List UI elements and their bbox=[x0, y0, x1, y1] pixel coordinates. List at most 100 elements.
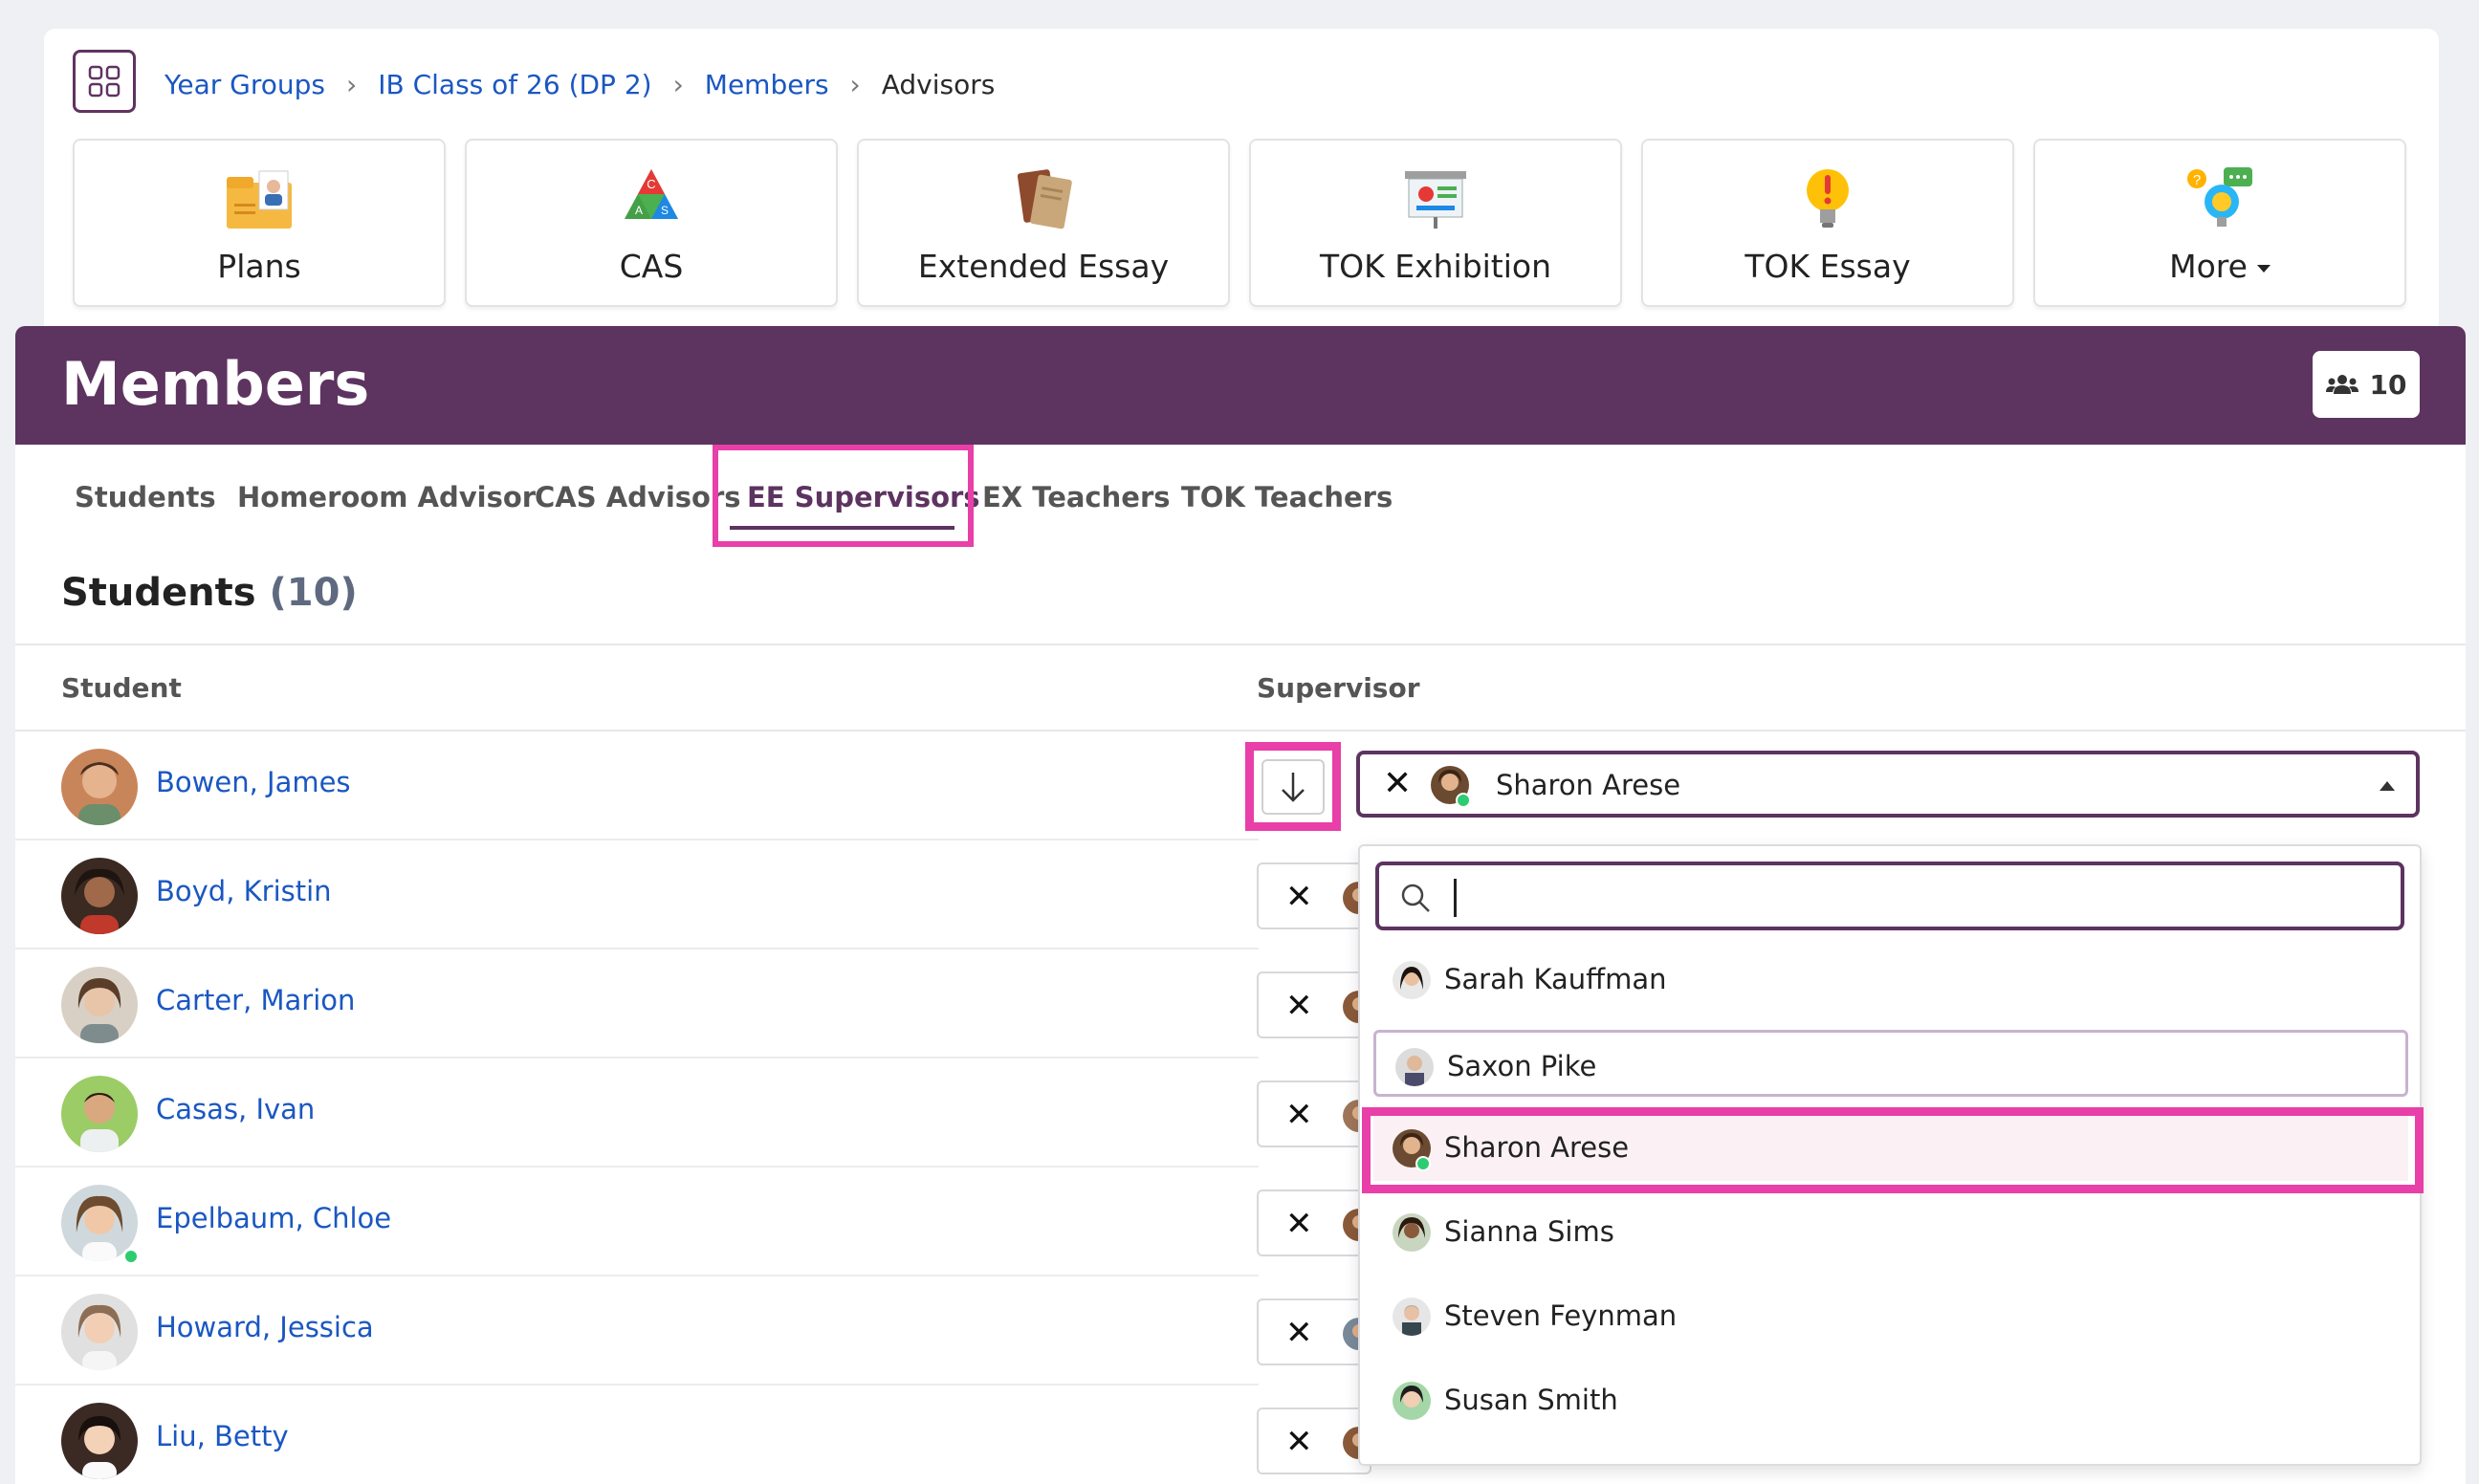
question-bubble-icon: ? bbox=[2187, 167, 2252, 227]
supervisor-select[interactable]: ✕ bbox=[1257, 1298, 1371, 1365]
clear-icon[interactable]: ✕ bbox=[1383, 764, 1412, 803]
supervisor-select[interactable]: ✕ bbox=[1257, 862, 1371, 929]
tile-label: TOK Essay bbox=[1744, 248, 1911, 285]
member-count: 10 bbox=[2369, 368, 2407, 401]
dropdown-search-input[interactable] bbox=[1375, 862, 2404, 930]
panel-header: Members 10 bbox=[15, 326, 2466, 445]
option-avatar bbox=[1393, 1382, 1431, 1420]
svg-text:C: C bbox=[647, 177, 655, 191]
dropdown-option[interactable]: Sianna Sims bbox=[1373, 1198, 2408, 1265]
option-avatar bbox=[1393, 1298, 1431, 1336]
tile-tok-exhibition[interactable]: TOK Exhibition bbox=[1249, 139, 1622, 307]
breadcrumb-current: Advisors bbox=[881, 68, 996, 100]
tile-label: TOK Exhibition bbox=[1319, 248, 1552, 285]
supervisor-select[interactable]: ✕ bbox=[1257, 971, 1371, 1038]
copy-down-highlight bbox=[1245, 742, 1341, 831]
tab-homeroom-advisor[interactable]: Homeroom Advisor bbox=[237, 445, 536, 550]
option-avatar bbox=[1395, 1048, 1434, 1086]
student-name-link[interactable]: Boyd, Kristin bbox=[156, 875, 332, 907]
supervisor-select[interactable]: ✕ bbox=[1257, 1189, 1371, 1256]
student-name-link[interactable]: Bowen, James bbox=[156, 766, 351, 798]
grid-icon bbox=[88, 65, 121, 98]
svg-text:?: ? bbox=[2193, 172, 2201, 188]
tab-ex-teachers[interactable]: EX Teachers bbox=[982, 445, 1171, 550]
option-label: Steven Feynman bbox=[1444, 1299, 1678, 1332]
clear-icon[interactable]: ✕ bbox=[1285, 878, 1313, 916]
dropdown-option[interactable]: Saxon Pike bbox=[1373, 1030, 2408, 1097]
tab-students[interactable]: Students bbox=[75, 445, 216, 550]
dropdown-option[interactable]: Steven Feynman bbox=[1373, 1282, 2408, 1349]
tile-extended-essay[interactable]: Extended Essay bbox=[857, 139, 1230, 307]
clear-icon[interactable]: ✕ bbox=[1285, 1423, 1313, 1461]
tab-cas-advisors[interactable]: CAS Advisors bbox=[535, 445, 741, 550]
supervisor-select[interactable]: ✕ bbox=[1257, 1080, 1371, 1147]
avatar bbox=[61, 858, 138, 934]
tile-plans[interactable]: Plans bbox=[73, 139, 446, 307]
member-count-badge[interactable]: 10 bbox=[2313, 351, 2420, 418]
search-icon bbox=[1401, 884, 1430, 912]
app-grid-button[interactable] bbox=[73, 50, 136, 113]
section-count: (10) bbox=[269, 571, 358, 615]
clear-icon[interactable]: ✕ bbox=[1285, 1205, 1313, 1243]
column-header-student: Student bbox=[61, 672, 182, 704]
arrow-down-icon bbox=[1282, 772, 1305, 802]
lightbulb-exclamation-icon bbox=[1807, 169, 1849, 228]
option-label: Susan Smith bbox=[1444, 1384, 1618, 1416]
avatar bbox=[61, 1403, 138, 1479]
caret-down-icon bbox=[2256, 264, 2271, 273]
tile-more[interactable]: ? More bbox=[2033, 139, 2406, 307]
supervisor-select[interactable]: ✕ bbox=[1257, 1408, 1371, 1474]
clear-icon[interactable]: ✕ bbox=[1285, 1314, 1313, 1352]
folder-person-icon bbox=[227, 170, 292, 229]
copy-down-button[interactable] bbox=[1261, 758, 1325, 815]
chevron-right-icon: › bbox=[346, 68, 358, 100]
divider bbox=[15, 644, 2466, 645]
users-icon bbox=[2325, 375, 2358, 394]
chevron-right-icon: › bbox=[849, 68, 861, 100]
student-name-link[interactable]: Casas, Ivan bbox=[156, 1093, 315, 1125]
tab-highlight-box bbox=[713, 445, 974, 547]
student-name-link[interactable]: Epelbaum, Chloe bbox=[156, 1202, 391, 1234]
online-status-dot bbox=[122, 1248, 140, 1265]
tile-cas[interactable]: C A S CAS bbox=[465, 139, 838, 307]
page-title: Members bbox=[61, 349, 370, 419]
module-tiles: Plans C A S CAS Extended Essay TOK Exhib… bbox=[73, 139, 2406, 307]
breadcrumb-members[interactable]: Members bbox=[705, 69, 829, 100]
column-header-supervisor: Supervisor bbox=[1257, 672, 1420, 704]
selected-option-highlight bbox=[1362, 1107, 2424, 1193]
member-tabs: Students Homeroom Advisor CAS Advisors E… bbox=[15, 445, 2466, 550]
student-name-link[interactable]: Howard, Jessica bbox=[156, 1311, 374, 1343]
breadcrumb-year-groups[interactable]: Year Groups bbox=[165, 69, 325, 100]
caret-up-icon[interactable] bbox=[2380, 781, 2395, 791]
online-status-dot bbox=[1456, 793, 1471, 808]
option-avatar bbox=[1393, 961, 1431, 999]
breadcrumb: Year Groups › IB Class of 26 (DP 2) › Me… bbox=[165, 65, 995, 103]
tile-label: More bbox=[2169, 248, 2271, 285]
tab-tok-teachers[interactable]: TOK Teachers bbox=[1181, 445, 1393, 550]
dropdown-option[interactable]: Susan Smith bbox=[1373, 1366, 2408, 1433]
option-label: Sianna Sims bbox=[1444, 1215, 1614, 1248]
cas-triangle-icon: C A S bbox=[625, 169, 678, 219]
student-name-link[interactable]: Carter, Marion bbox=[156, 984, 355, 1016]
avatar bbox=[61, 1076, 138, 1152]
selected-supervisor: Sharon Arese bbox=[1496, 769, 1681, 801]
svg-text:A: A bbox=[635, 204, 643, 217]
clear-icon[interactable]: ✕ bbox=[1285, 1096, 1313, 1134]
svg-text:S: S bbox=[661, 204, 669, 217]
option-label: Saxon Pike bbox=[1447, 1050, 1597, 1082]
tile-label: Plans bbox=[217, 248, 301, 285]
supervisor-select-open[interactable]: ✕ Sharon Arese bbox=[1356, 751, 2420, 818]
student-name-link[interactable]: Liu, Betty bbox=[156, 1420, 289, 1452]
avatar bbox=[61, 1294, 138, 1370]
tile-label: CAS bbox=[619, 248, 684, 285]
avatar bbox=[61, 967, 138, 1043]
clear-icon[interactable]: ✕ bbox=[1285, 987, 1313, 1025]
option-avatar bbox=[1393, 1213, 1431, 1252]
dropdown-option[interactable]: Sarah Kauffman bbox=[1373, 946, 2408, 1013]
navigation-card: Year Groups › IB Class of 26 (DP 2) › Me… bbox=[44, 29, 2439, 335]
tile-tok-essay[interactable]: TOK Essay bbox=[1641, 139, 2014, 307]
avatar bbox=[61, 749, 138, 825]
books-icon bbox=[1017, 169, 1072, 229]
chevron-right-icon: › bbox=[672, 68, 684, 100]
breadcrumb-class[interactable]: IB Class of 26 (DP 2) bbox=[378, 69, 651, 100]
